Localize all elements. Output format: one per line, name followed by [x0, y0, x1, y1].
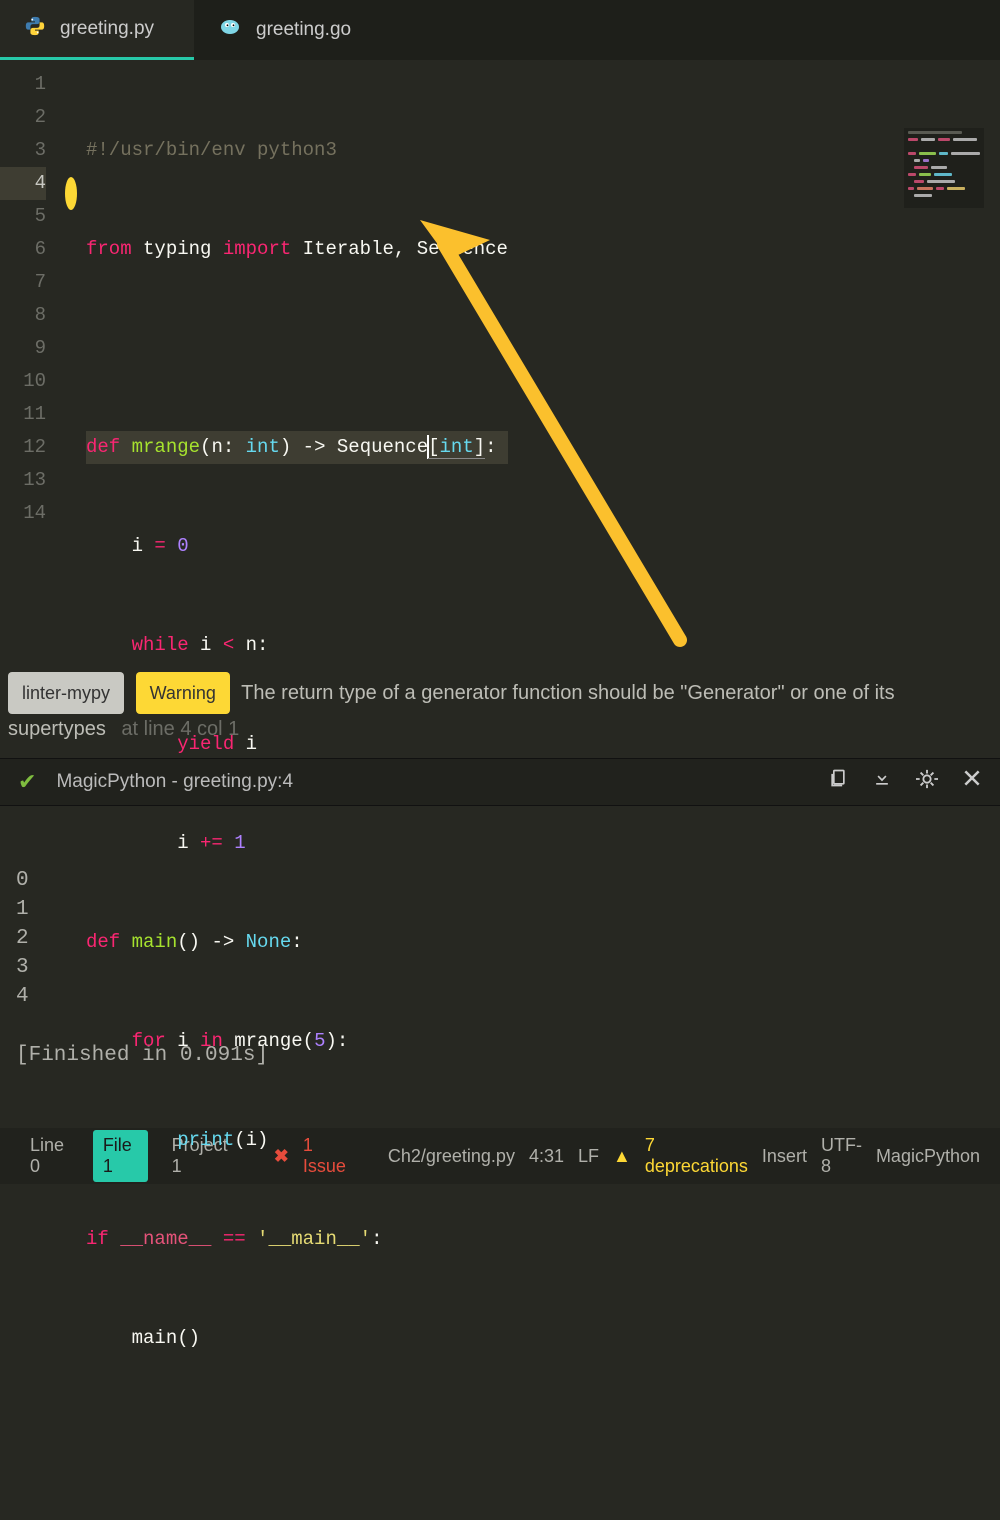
status-grammar[interactable]: MagicPython	[876, 1146, 980, 1167]
status-line[interactable]: Line 0	[20, 1130, 79, 1182]
tab-label: greeting.py	[60, 18, 154, 40]
copy-icon[interactable]	[828, 768, 848, 796]
tab-label: greeting.go	[256, 19, 351, 41]
code-editor[interactable]: 1 2 3 4 5 6 7 8 9 10 11 12 13 14 #!/usr/…	[0, 60, 1000, 650]
line-number: 3	[0, 134, 46, 167]
line-number: 7	[0, 266, 46, 299]
status-insert[interactable]: Insert	[762, 1146, 807, 1167]
status-encoding[interactable]: UTF-8	[821, 1135, 862, 1177]
status-deprecations[interactable]: 7 deprecations	[645, 1135, 748, 1177]
python-icon	[24, 15, 46, 43]
line-number: 12	[0, 431, 46, 464]
line-number: 10	[0, 365, 46, 398]
line-gutter: 1 2 3 4 5 6 7 8 9 10 11 12 13 14	[0, 60, 56, 650]
tab-greeting-go[interactable]: greeting.go	[194, 0, 391, 60]
line-number: 9	[0, 332, 46, 365]
line-number: 8	[0, 299, 46, 332]
check-icon: ✔	[18, 769, 36, 795]
lint-dot-icon[interactable]	[65, 177, 77, 210]
line-number: 4	[0, 167, 46, 200]
status-eol[interactable]: LF	[578, 1146, 599, 1167]
marker-column	[56, 60, 86, 650]
line-number: 11	[0, 398, 46, 431]
close-icon[interactable]	[962, 768, 982, 796]
line-number: 2	[0, 101, 46, 134]
debug-icon[interactable]	[916, 768, 938, 796]
line-number: 13	[0, 464, 46, 497]
warning-triangle-icon: ▲	[613, 1146, 631, 1167]
line-number: 1	[0, 68, 46, 101]
line-number: 5	[0, 200, 46, 233]
tab-bar: greeting.py greeting.go	[0, 0, 1000, 60]
line-number: 6	[0, 233, 46, 266]
minimap[interactable]	[904, 128, 984, 208]
download-icon[interactable]	[872, 768, 892, 796]
code-area[interactable]: #!/usr/bin/env python3 from typing impor…	[86, 60, 508, 650]
line-number: 14	[0, 497, 46, 530]
tab-greeting-py[interactable]: greeting.py	[0, 0, 194, 60]
status-cursor[interactable]: 4:31	[529, 1146, 564, 1167]
go-icon	[218, 17, 242, 43]
